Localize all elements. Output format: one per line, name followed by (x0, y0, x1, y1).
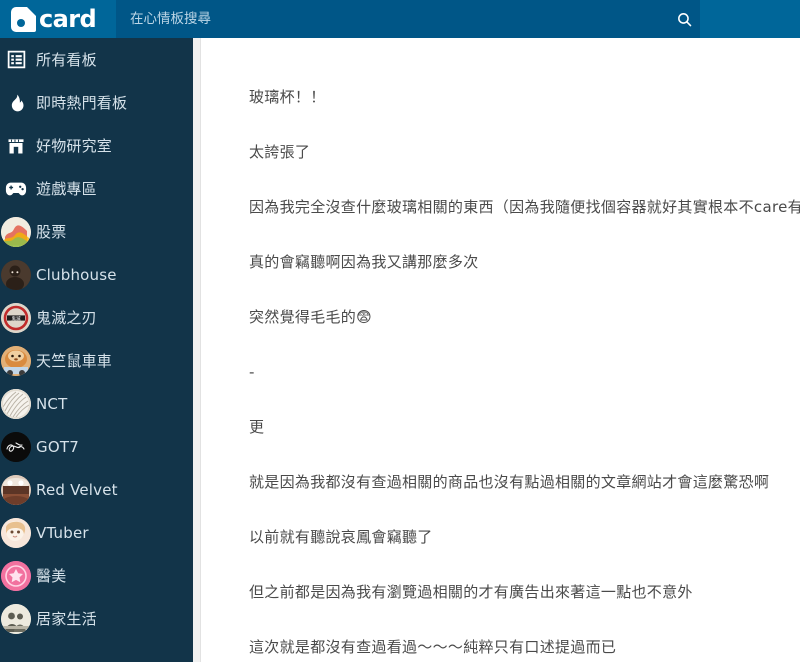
left-sidebar[interactable]: 所有看板 即時熱門看板 好物研究室 遊戲專區 股票 Clubhouse 鬼滅 鬼… (0, 38, 193, 662)
sidebar-item-board-vtuber[interactable]: VTuber (0, 511, 193, 554)
sidebar-item-label: 即時熱門看板 (36, 94, 128, 112)
board-avatar-icon (0, 345, 36, 376)
sidebar-item-board-stock[interactable]: 股票 (0, 210, 193, 253)
post-paragraph: - (249, 363, 255, 381)
sidebar-item-label: 好物研究室 (36, 137, 113, 155)
search-button[interactable] (668, 0, 700, 38)
main-content: 玻璃杯！！ 太誇張了 因為我完全沒查什麼玻璃相關的東西（因為我隨便找個容器就好其… (201, 38, 800, 662)
sidebar-item-board-clubhouse[interactable]: Clubhouse (0, 253, 193, 296)
post-paragraph: 真的會竊聽啊因為我又講那麼多次 (249, 253, 479, 271)
shop-icon (0, 136, 36, 156)
sidebar-item-label: NCT (36, 394, 68, 413)
sidebar-item-label: Red Velvet (36, 480, 118, 499)
board-avatar-icon (0, 259, 36, 290)
board-avatar-icon (0, 431, 36, 462)
content-left-gutter (193, 38, 201, 662)
dcard-logo-icon (11, 6, 36, 32)
dcard-logo[interactable]: card (0, 0, 116, 38)
board-avatar-icon (0, 517, 36, 548)
flame-icon (0, 92, 36, 114)
post-paragraph: 以前就有聽說哀鳳會竊聽了 (249, 528, 433, 546)
sidebar-item-label: 天竺鼠車車 (36, 352, 113, 370)
sidebar-item-board-got7[interactable]: GOT7 (0, 425, 193, 468)
sidebar-item-all-boards[interactable]: 所有看板 (0, 38, 193, 81)
board-avatar-icon: 鬼滅 (0, 302, 36, 333)
dcard-page: card 在心情板搜尋 所有看板 即時熱門看板 好物研究室 遊戲專區 股票 Cl… (0, 0, 800, 662)
list-board-icon (0, 49, 36, 70)
sidebar-item-label: 醫美 (36, 567, 67, 585)
sidebar-item-label: Clubhouse (36, 265, 117, 284)
sidebar-item-label: VTuber (36, 523, 89, 542)
sidebar-item-label: GOT7 (36, 437, 79, 456)
sidebar-item-label: 股票 (36, 223, 67, 241)
search-bar (116, 0, 700, 38)
board-avatar-icon (0, 603, 36, 634)
board-avatar-icon (0, 474, 36, 505)
search-icon (677, 12, 691, 26)
search-input[interactable] (116, 0, 668, 38)
post-paragraph: 玻璃杯！！ (249, 88, 326, 106)
sidebar-item-board-redvelvet[interactable]: Red Velvet (0, 468, 193, 511)
post-paragraph: 就是因為我都沒有查過相關的商品也沒有點過相關的文章網站才會這麼驚恐啊 (249, 473, 770, 491)
post-body: 玻璃杯！！ 太誇張了 因為我完全沒查什麼玻璃相關的東西（因為我隨便找個容器就好其… (201, 38, 800, 660)
sidebar-item-label: 鬼滅之刃 (36, 309, 97, 327)
post-paragraph: 突然覺得毛毛的😨 (249, 308, 373, 326)
post-paragraph: 太誇張了 (249, 143, 311, 161)
board-avatar-icon (0, 560, 36, 591)
post-paragraph: 這次就是都沒有查過看過～～～純粹只有口述提過而已 (249, 638, 617, 656)
sidebar-item-board-homelife[interactable]: 居家生活 (0, 597, 193, 640)
board-avatar-icon (0, 216, 36, 247)
dcard-logo-text: card (39, 5, 97, 33)
sidebar-item-shop[interactable]: 好物研究室 (0, 124, 193, 167)
svg-text:鬼滅: 鬼滅 (11, 314, 21, 321)
sidebar-item-board-medbeauty[interactable]: 醫美 (0, 554, 193, 597)
top-header: card (0, 0, 800, 38)
post-paragraph: 更 (249, 418, 265, 436)
post-paragraph: 因為我完全沒查什麼玻璃相關的東西（因為我隨便找個容器就好其實根本不care有沒有… (249, 198, 800, 216)
gamepad-icon (0, 181, 36, 197)
post-paragraph: 但之前都是因為我有瀏覽過相關的才有廣告出來著這一點也不意外 (249, 583, 693, 601)
sidebar-item-games[interactable]: 遊戲專區 (0, 167, 193, 210)
sidebar-item-board-nct[interactable]: NCT (0, 382, 193, 425)
board-avatar-icon (0, 388, 36, 419)
sidebar-item-label: 居家生活 (36, 610, 97, 628)
sidebar-item-label: 遊戲專區 (36, 180, 97, 198)
sidebar-item-board-demonslayer[interactable]: 鬼滅 鬼滅之刃 (0, 296, 193, 339)
sidebar-item-board-pui[interactable]: 天竺鼠車車 (0, 339, 193, 382)
sidebar-item-label: 所有看板 (36, 51, 97, 69)
sidebar-item-trending[interactable]: 即時熱門看板 (0, 81, 193, 124)
